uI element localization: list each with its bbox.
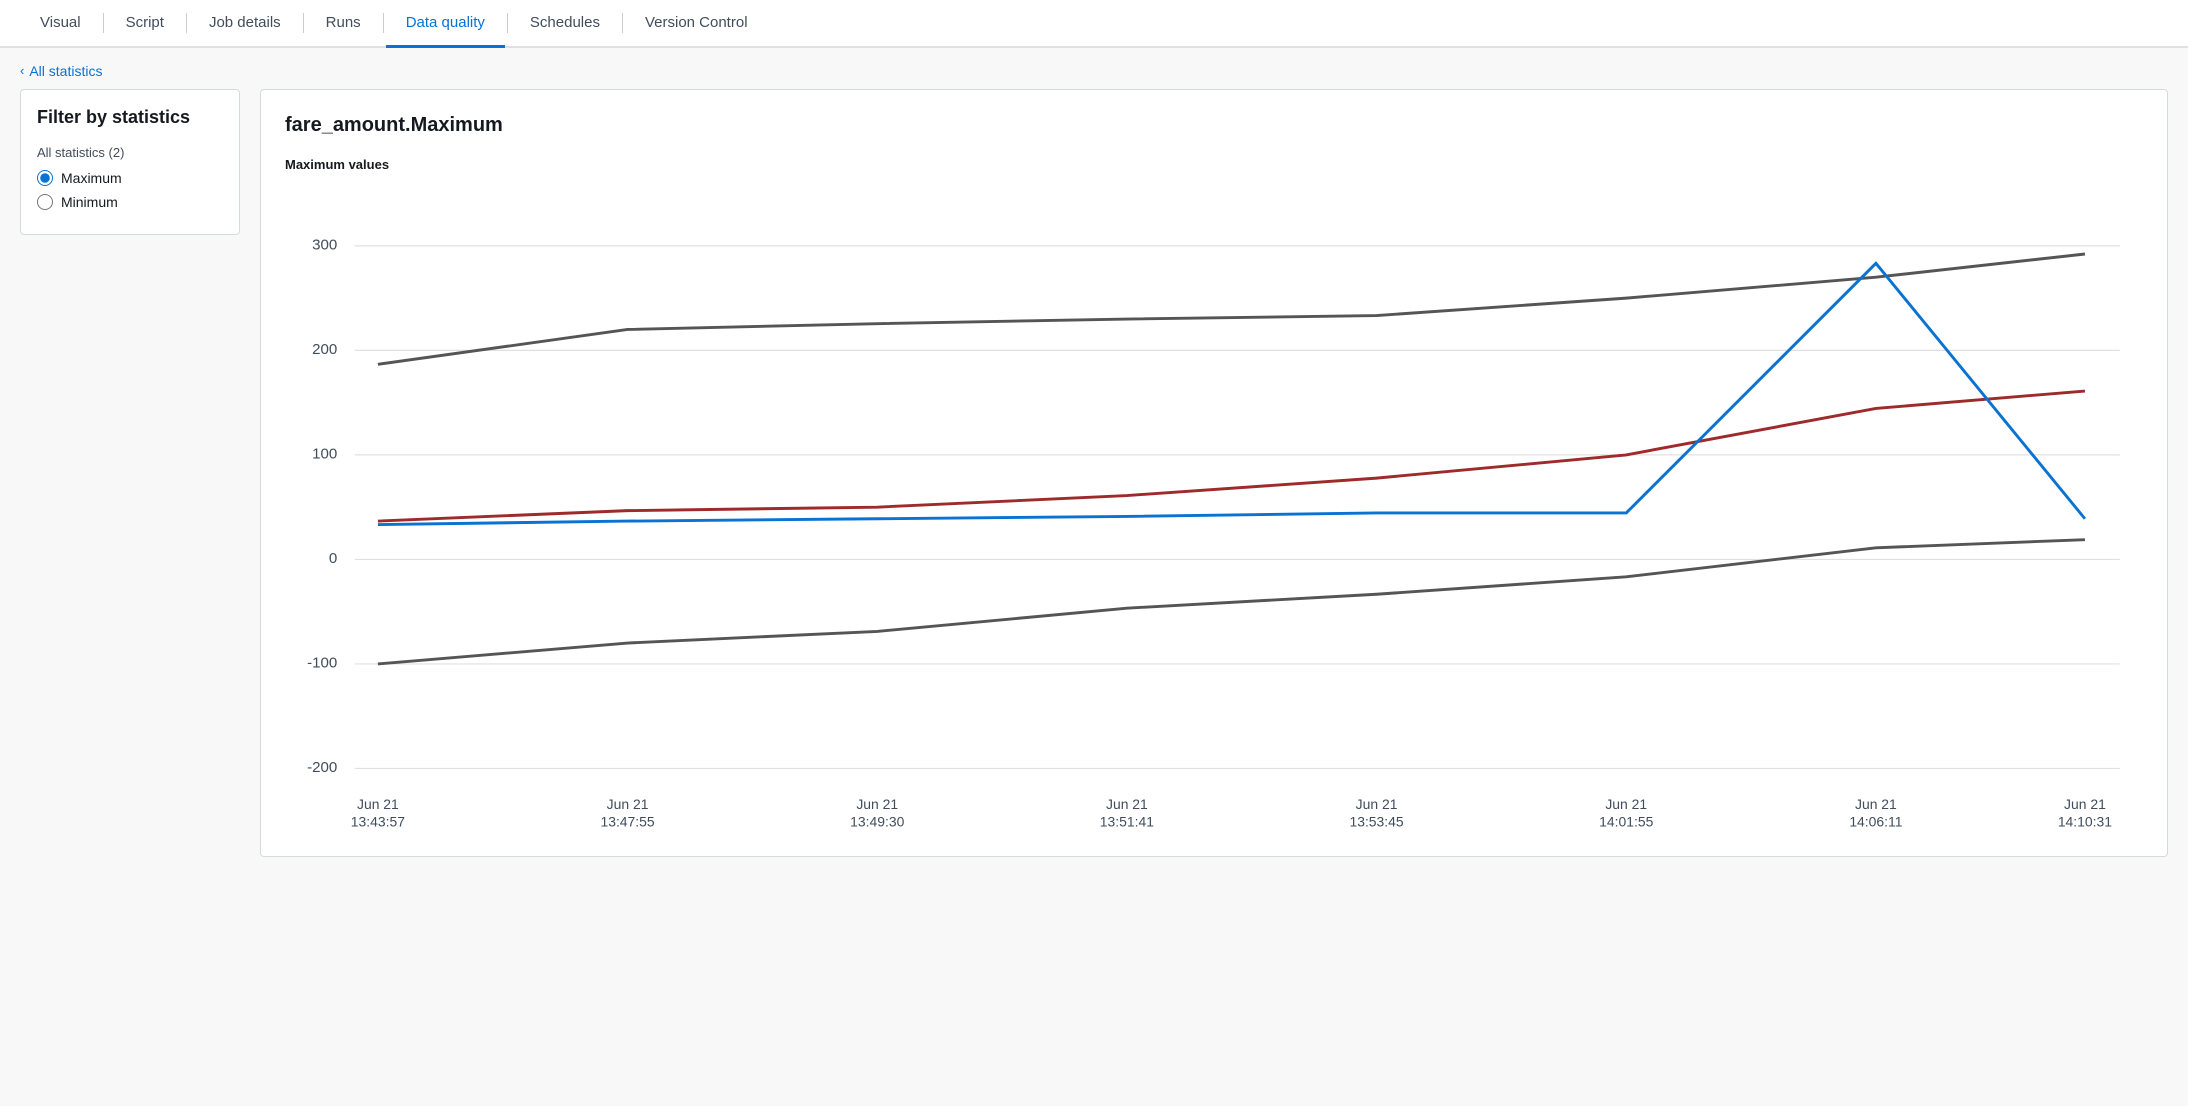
filter-title: Filter by statistics: [37, 106, 223, 129]
chart-subtitle: Maximum values: [285, 157, 2143, 172]
svg-text:100: 100: [312, 445, 337, 462]
tab-job-details[interactable]: Job details: [189, 0, 301, 48]
radio-label-minimum: Minimum: [61, 194, 118, 210]
tabs-bar: Visual Script Job details Runs Data qual…: [0, 0, 2188, 48]
breadcrumb-all-statistics[interactable]: ‹ All statistics: [20, 63, 102, 79]
chart-container: 300 200 100 0 -100 -200: [285, 182, 2143, 832]
tab-visual[interactable]: Visual: [20, 0, 101, 48]
svg-text:13:47:55: 13:47:55: [600, 813, 654, 829]
svg-text:-200: -200: [307, 758, 337, 775]
chevron-left-icon: ‹: [20, 63, 24, 78]
svg-text:-100: -100: [307, 654, 337, 671]
tab-script[interactable]: Script: [106, 0, 184, 48]
main-content: Filter by statistics All statistics (2) …: [0, 89, 2188, 877]
svg-text:200: 200: [312, 340, 337, 357]
svg-text:300: 300: [312, 236, 337, 253]
tab-divider: [103, 13, 104, 33]
svg-text:14:06:11: 14:06:11: [1849, 813, 1902, 829]
svg-text:Jun 21: Jun 21: [1106, 796, 1148, 812]
svg-text:13:51:41: 13:51:41: [1100, 813, 1154, 829]
radio-maximum[interactable]: [37, 170, 53, 186]
tab-runs[interactable]: Runs: [306, 0, 381, 48]
radio-item-minimum[interactable]: Minimum: [37, 194, 223, 210]
svg-text:Jun 21: Jun 21: [357, 796, 399, 812]
svg-text:0: 0: [329, 549, 337, 566]
breadcrumb-label: All statistics: [29, 63, 102, 79]
svg-text:Jun 21: Jun 21: [2064, 796, 2106, 812]
tab-divider-6: [622, 13, 623, 33]
filter-section-label: All statistics (2): [37, 145, 223, 160]
radio-minimum[interactable]: [37, 194, 53, 210]
svg-text:Jun 21: Jun 21: [1605, 796, 1647, 812]
breadcrumb-row: ‹ All statistics: [0, 48, 2188, 89]
svg-text:Jun 21: Jun 21: [607, 796, 649, 812]
tab-schedules[interactable]: Schedules: [510, 0, 620, 48]
tab-divider-4: [383, 13, 384, 33]
chart-panel: fare_amount.Maximum Maximum values 300 2…: [260, 89, 2168, 857]
svg-text:13:49:30: 13:49:30: [850, 813, 904, 829]
svg-text:14:10:31: 14:10:31: [2058, 813, 2112, 829]
svg-text:Jun 21: Jun 21: [1855, 796, 1897, 812]
svg-text:13:43:57: 13:43:57: [351, 813, 405, 829]
tab-divider-5: [507, 13, 508, 33]
radio-item-maximum[interactable]: Maximum: [37, 170, 223, 186]
svg-text:Jun 21: Jun 21: [856, 796, 898, 812]
tab-divider-3: [303, 13, 304, 33]
chart-title: fare_amount.Maximum: [285, 114, 2143, 137]
tab-data-quality[interactable]: Data quality: [386, 0, 505, 48]
svg-text:13:53:45: 13:53:45: [1349, 813, 1403, 829]
svg-text:Jun 21: Jun 21: [1356, 796, 1398, 812]
radio-label-maximum: Maximum: [61, 170, 122, 186]
tab-divider-2: [186, 13, 187, 33]
filter-panel: Filter by statistics All statistics (2) …: [20, 89, 240, 235]
tab-version-control[interactable]: Version Control: [625, 0, 768, 48]
svg-text:14:01:55: 14:01:55: [1599, 813, 1653, 829]
chart-svg: 300 200 100 0 -100 -200: [285, 182, 2143, 832]
